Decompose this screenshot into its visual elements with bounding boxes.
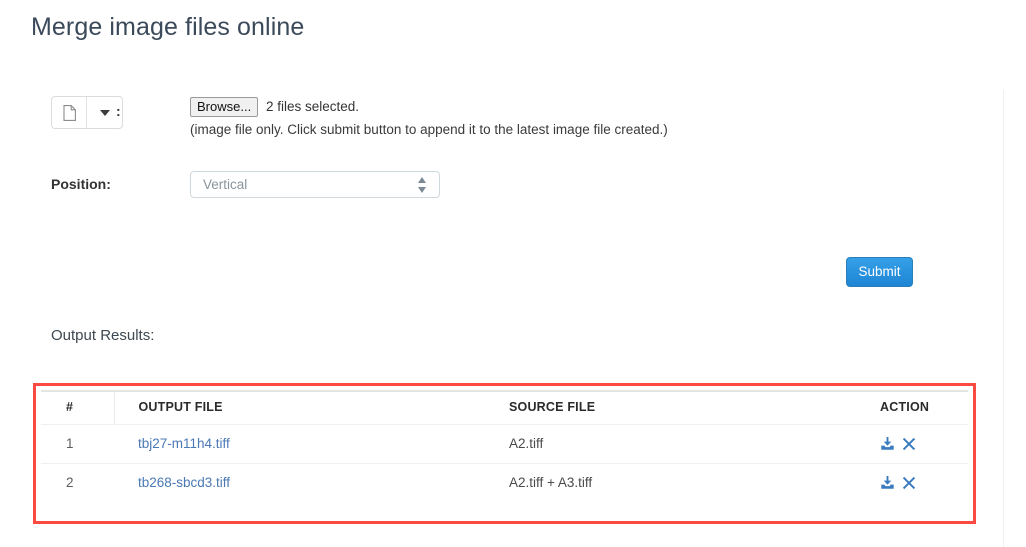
position-row: Position: Vertical xyxy=(0,171,1003,211)
column-header-source-file: SOURCE FILE xyxy=(487,391,862,425)
column-header-output-file: OUTPUT FILE xyxy=(114,391,487,425)
row-actions xyxy=(862,464,968,503)
output-results-heading: Output Results: xyxy=(51,327,154,344)
close-glyph xyxy=(902,476,916,490)
row-source-file: A2.tiff + A3.tiff xyxy=(487,464,862,503)
position-select[interactable]: Vertical xyxy=(190,171,440,198)
row-actions xyxy=(862,425,968,464)
browse-button[interactable]: Browse... xyxy=(190,97,258,117)
updown-stepper-icon[interactable] xyxy=(418,177,427,193)
file-icon xyxy=(63,105,76,121)
table-row: 2 tb268-sbcd3.tiff A2.tiff + A3.tiff xyxy=(41,464,968,503)
download-icon[interactable] xyxy=(880,436,895,451)
download-glyph xyxy=(880,475,895,490)
column-header-action: ACTION xyxy=(862,391,968,425)
file-icon-button[interactable] xyxy=(52,97,87,128)
row-output-file: tbj27-m11h4.tiff xyxy=(114,425,487,464)
close-glyph xyxy=(902,437,916,451)
column-header-number: # xyxy=(41,391,114,425)
table-header-row: # OUTPUT FILE SOURCE FILE ACTION xyxy=(41,391,968,425)
output-file-link[interactable]: tb268-sbcd3.tiff xyxy=(138,475,230,490)
position-label: Position: xyxy=(51,176,111,192)
download-icon[interactable] xyxy=(880,475,895,490)
position-select-value: Vertical xyxy=(203,177,247,192)
output-file-link[interactable]: tbj27-m11h4.tiff xyxy=(138,436,230,451)
output-results-table: # OUTPUT FILE SOURCE FILE ACTION 1 tbj27… xyxy=(41,390,968,502)
delete-icon[interactable] xyxy=(902,437,916,451)
page-container-edge xyxy=(1003,90,1004,547)
row-number: 1 xyxy=(41,425,114,464)
row-output-file: tb268-sbcd3.tiff xyxy=(114,464,487,503)
file-upload-note: (image file only. Click submit button to… xyxy=(190,122,668,137)
file-upload-row: : Browse... 2 files selected. (image fil… xyxy=(0,96,1003,152)
row-source-file: A2.tiff xyxy=(487,425,862,464)
page-title: Merge image files online xyxy=(31,13,304,42)
stepper-down-icon xyxy=(418,187,426,193)
stepper-up-icon xyxy=(418,177,426,183)
table-row: 1 tbj27-m11h4.tiff A2.tiff xyxy=(41,425,968,464)
field-separator-colon: : xyxy=(116,103,121,119)
page-content: Merge image files online : Browse... 2 f… xyxy=(0,0,1003,547)
download-glyph xyxy=(880,436,895,451)
submit-button[interactable]: Submit xyxy=(846,257,913,287)
output-results-highlight-box: # OUTPUT FILE SOURCE FILE ACTION 1 tbj27… xyxy=(33,383,976,524)
row-number: 2 xyxy=(41,464,114,503)
file-type-button-group[interactable] xyxy=(51,96,123,129)
files-selected-status: 2 files selected. xyxy=(266,99,359,114)
delete-icon[interactable] xyxy=(902,476,916,490)
chevron-down-icon xyxy=(100,110,110,116)
